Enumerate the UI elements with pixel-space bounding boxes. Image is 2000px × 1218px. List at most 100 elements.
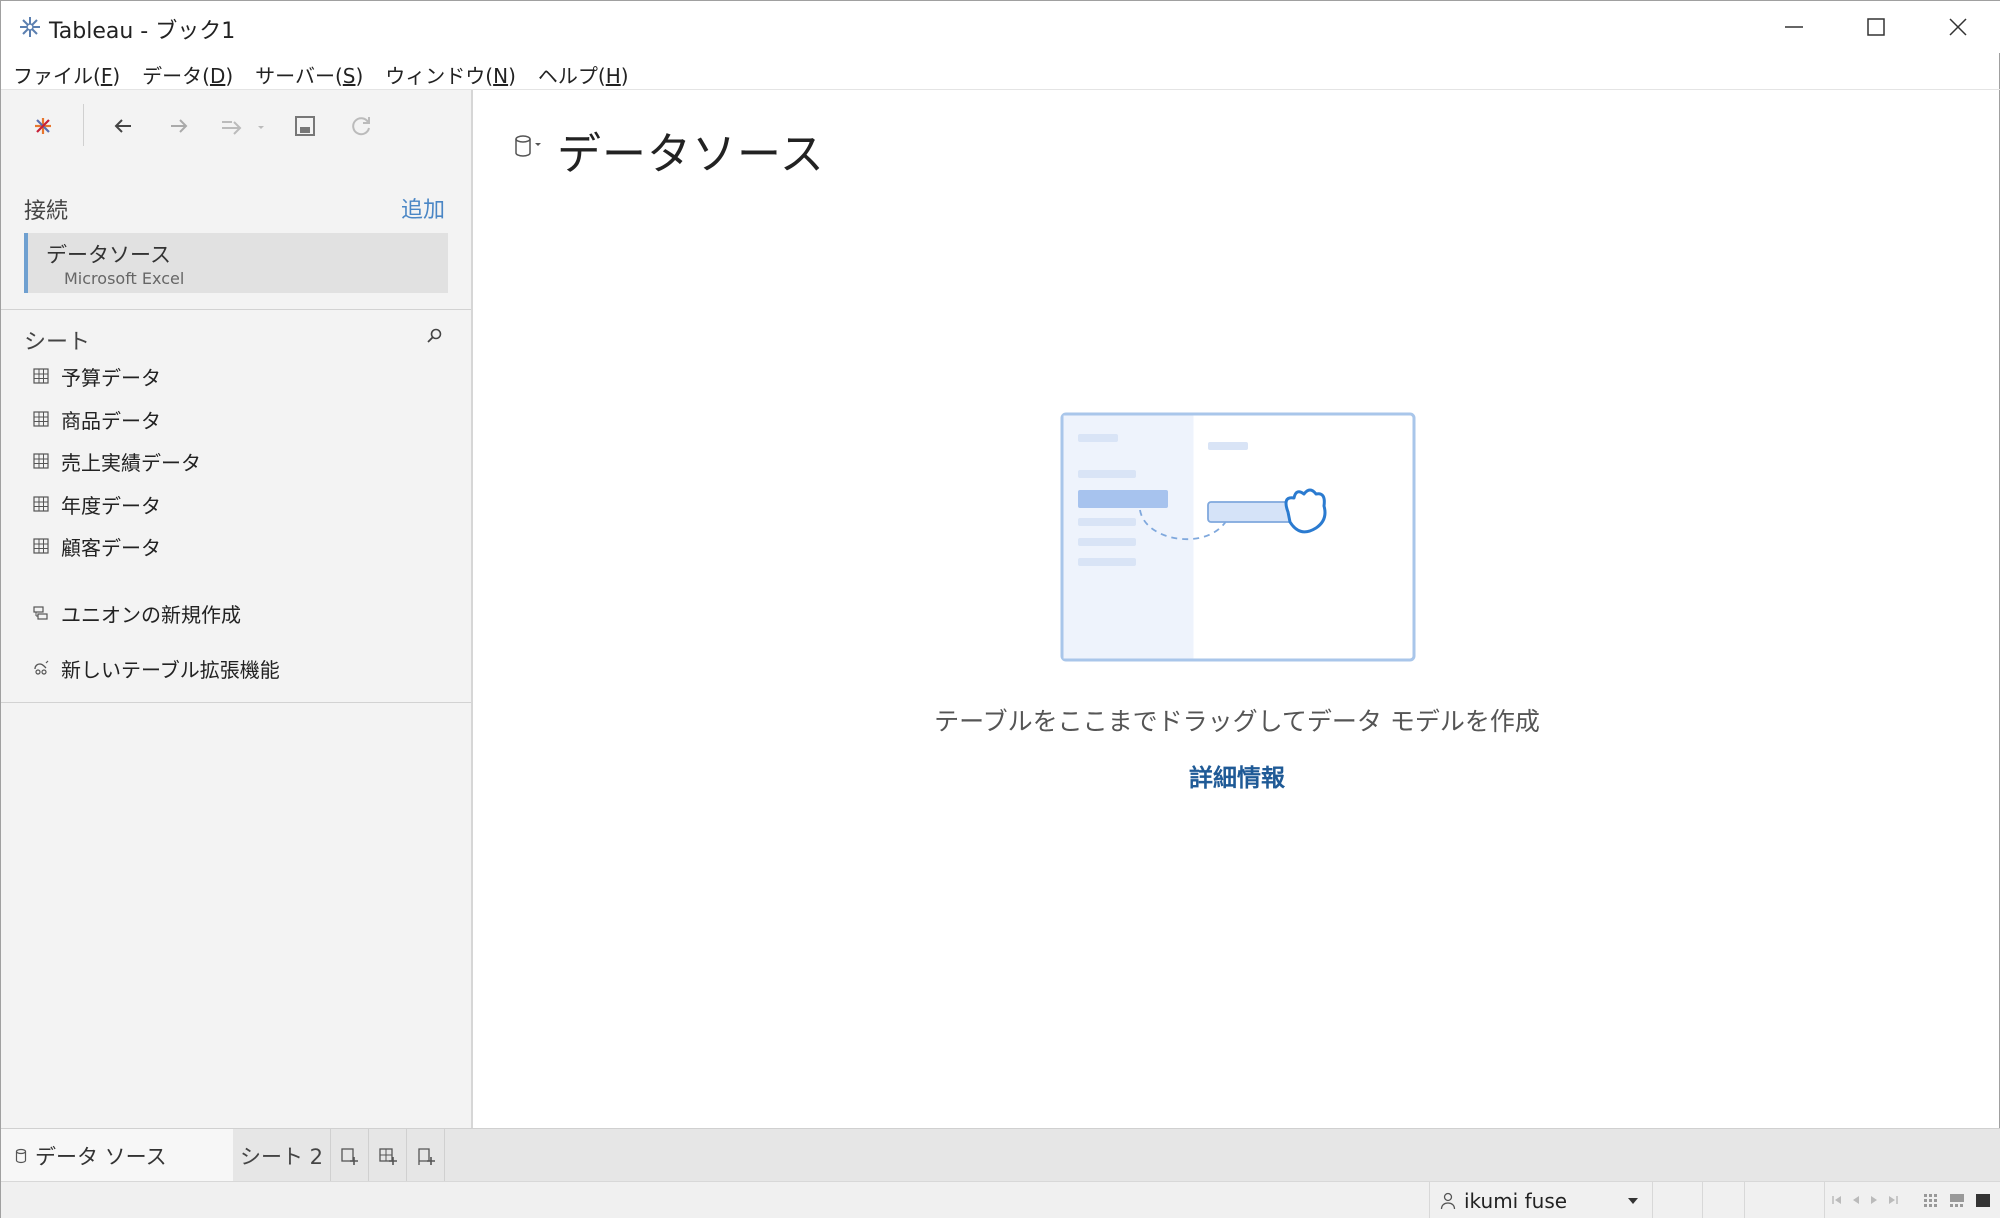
- back-button[interactable]: [105, 108, 141, 144]
- redo-icon: [222, 121, 264, 135]
- arrow-right-icon: [171, 119, 188, 133]
- menu-file-label: ファイル(: [13, 63, 101, 88]
- menu-server-label: サーバー(: [255, 63, 343, 88]
- menu-window[interactable]: ウィンドウ(N): [383, 58, 518, 91]
- new-story-button[interactable]: [407, 1129, 445, 1182]
- forward-button[interactable]: [161, 108, 197, 144]
- menu-bar: ファイル(F) データ(D) サーバー(S) ウィンドウ(N) ヘルプ(H): [1, 57, 2000, 91]
- table-extension-label: 新しいテーブル拡張機能: [61, 657, 280, 682]
- data-source-title[interactable]: データソース: [557, 118, 825, 182]
- menu-file-end: ): [112, 63, 121, 88]
- first-sheet-icon[interactable]: [1831, 1194, 1843, 1206]
- menu-data-end: ): [225, 63, 234, 88]
- sheet-item[interactable]: 予算データ: [31, 360, 161, 392]
- new-dashboard-button[interactable]: [369, 1129, 407, 1182]
- new-union-item[interactable]: ユニオンの新規作成: [31, 597, 241, 629]
- sheet-item[interactable]: 売上実績データ: [31, 445, 201, 477]
- user-icon: [1440, 1192, 1456, 1210]
- new-union-label: ユニオンの新規作成: [61, 602, 241, 627]
- sheet-label: 年度データ: [61, 493, 161, 518]
- menu-server-end: ): [355, 63, 364, 88]
- table-icon: [31, 494, 51, 514]
- new-story-icon: [417, 1147, 435, 1165]
- minimize-icon: [1785, 26, 1803, 28]
- connection-name: データソース: [46, 243, 171, 267]
- arrow-left-icon: [114, 119, 131, 133]
- table-icon: [31, 451, 51, 471]
- menu-file-key: F: [100, 63, 113, 88]
- maximize-button[interactable]: [1835, 1, 1917, 53]
- menu-help[interactable]: ヘルプ(H): [536, 58, 631, 91]
- sheet-tab-bar: データ ソース シート 2: [1, 1128, 2000, 1182]
- drop-hint-text: テーブルをここまでドラッグしてデータ モデルを作成: [934, 707, 1540, 736]
- user-menu[interactable]: ikumi fuse: [1429, 1182, 1653, 1218]
- toolbar-separator: [83, 104, 84, 146]
- menu-window-key: N: [493, 63, 509, 88]
- sheet-item[interactable]: 年度データ: [31, 488, 161, 520]
- tableau-logo-icon: [20, 17, 40, 37]
- sheet-label: 予算データ: [61, 365, 161, 390]
- filmstrip-icon[interactable]: [1949, 1192, 1965, 1208]
- save-icon: [295, 116, 315, 136]
- left-panel: 接続 追加 データソース Microsoft Excel シート 予算データ 商…: [1, 90, 473, 1128]
- add-connection-link[interactable]: 追加: [401, 192, 445, 224]
- tableau-window: Tableau - ブック1 ファイル(F) データ(D) サーバー(S) ウィ…: [0, 0, 2000, 1218]
- status-cell: [1745, 1182, 1825, 1218]
- learn-more-link[interactable]: 詳細情報: [475, 758, 1999, 793]
- connections-divider: [1, 309, 471, 310]
- minimize-button[interactable]: [1753, 1, 1835, 53]
- status-cell: [1653, 1182, 1703, 1218]
- menu-data[interactable]: データ(D): [140, 58, 235, 91]
- sheet-label: 顧客データ: [61, 535, 161, 560]
- union-icon: [31, 603, 51, 623]
- data-source-canvas: データソース テーブルをここまでドラッグしてデータ モデルを作成 詳細情報: [475, 90, 1999, 1128]
- menu-file[interactable]: ファイル(F): [11, 58, 122, 91]
- tableau-logo-icon: [35, 118, 51, 134]
- window-title: Tableau - ブック1: [49, 19, 236, 44]
- tab-sheet-2[interactable]: シート 2: [233, 1129, 331, 1182]
- sheet-item[interactable]: 商品データ: [31, 403, 161, 435]
- database-icon: [15, 1148, 27, 1163]
- user-name: ikumi fuse: [1464, 1189, 1568, 1213]
- next-sheet-icon[interactable]: [1869, 1194, 1879, 1206]
- maximize-icon: [1867, 18, 1885, 36]
- menu-data-label: データ(: [142, 63, 210, 88]
- last-sheet-icon[interactable]: [1887, 1194, 1899, 1206]
- menu-help-key: H: [605, 63, 621, 88]
- sheet-item[interactable]: 顧客データ: [31, 530, 161, 562]
- close-icon: [1949, 18, 1967, 36]
- table-extension-item[interactable]: 新しいテーブル拡張機能: [31, 652, 280, 684]
- sheets-title: シート: [24, 330, 91, 355]
- sheet-navigation: [1831, 1194, 1899, 1206]
- sheet-sorter-icon[interactable]: [1923, 1192, 1939, 1208]
- database-icon[interactable]: [513, 132, 545, 160]
- table-icon: [31, 536, 51, 556]
- save-button[interactable]: [287, 108, 323, 144]
- menu-window-end: ): [508, 63, 516, 88]
- tabs-view-icon[interactable]: [1975, 1192, 1991, 1208]
- menu-server-key: S: [342, 63, 356, 88]
- sheet-label: 売上実績データ: [61, 450, 201, 475]
- previous-sheet-icon[interactable]: [1851, 1194, 1861, 1206]
- menu-data-key: D: [209, 63, 226, 88]
- refresh-button[interactable]: [343, 108, 379, 144]
- start-page-button[interactable]: [25, 108, 61, 144]
- new-worksheet-button[interactable]: [331, 1129, 369, 1182]
- search-icon[interactable]: [425, 326, 445, 346]
- redo-dropdown-button[interactable]: [215, 108, 271, 144]
- menu-server[interactable]: サーバー(S): [253, 58, 365, 91]
- tab-data-source[interactable]: データ ソース: [1, 1129, 233, 1182]
- drag-table-illustration: [1060, 412, 1416, 662]
- menu-window-label: ウィンドウ(: [385, 63, 494, 88]
- connections-title: 接続: [24, 199, 69, 224]
- tab-sheet-2-label: シート 2: [239, 1144, 324, 1169]
- sheets-divider: [1, 702, 471, 703]
- chevron-down-icon: [1628, 1198, 1638, 1204]
- close-button[interactable]: [1917, 1, 1999, 53]
- connection-item[interactable]: データソース Microsoft Excel: [24, 233, 448, 293]
- toolbar: [1, 90, 471, 160]
- refresh-icon: [352, 117, 370, 136]
- table-icon: [31, 409, 51, 429]
- new-worksheet-icon: [340, 1147, 358, 1165]
- status-cell: [1703, 1182, 1745, 1218]
